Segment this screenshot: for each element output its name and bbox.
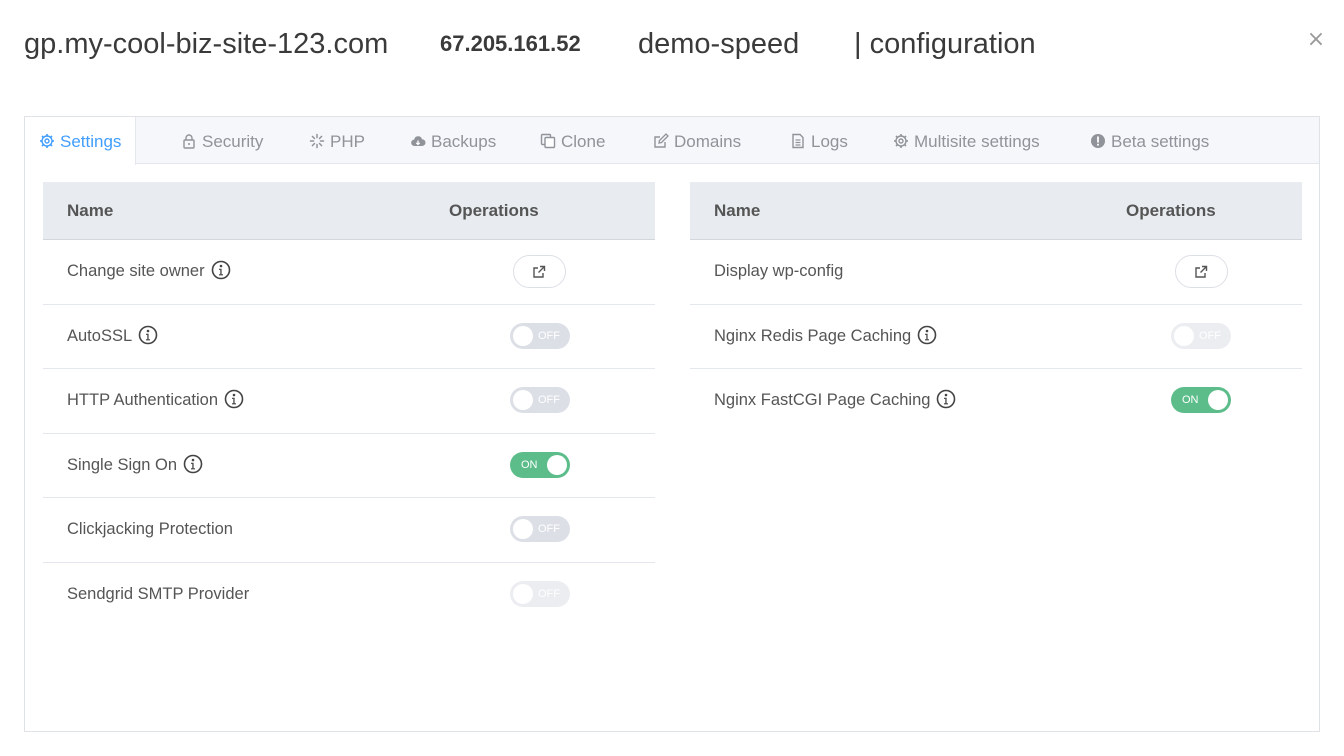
- toggle-state: OFF: [538, 587, 560, 600]
- tab-label: Beta settings: [1111, 132, 1210, 151]
- change-site-owner-button[interactable]: [513, 255, 566, 288]
- row-label: Nginx FastCGI Page Caching: [714, 391, 931, 409]
- row-name: Change site owner: [67, 240, 231, 302]
- row-name: AutoSSL: [67, 305, 158, 367]
- external-link-icon: [533, 265, 546, 278]
- edit-icon: [654, 133, 669, 148]
- table-row-clickjacking-protection: Clickjacking Protection OFF: [43, 498, 655, 563]
- info-icon[interactable]: [138, 325, 158, 345]
- row-name: Clickjacking Protection: [67, 520, 233, 538]
- toggle-knob: [513, 583, 533, 604]
- alert-circle-icon: [1091, 134, 1105, 148]
- config-panel: Settings Security PHP Backups Clone Doma…: [24, 116, 1320, 732]
- table-row-nginx-redis-page-caching: Nginx Redis Page Caching OFF: [690, 305, 1302, 369]
- external-link-icon: [1195, 265, 1208, 278]
- tab-label: Security: [202, 132, 264, 151]
- tab-security[interactable]: Security: [167, 117, 277, 164]
- row-label: Nginx Redis Page Caching: [714, 326, 912, 345]
- tab-label: Domains: [674, 132, 742, 151]
- tab-label: Clone: [561, 132, 606, 151]
- row-name: Nginx Redis Page Caching: [714, 305, 937, 367]
- toggle-knob: [1174, 325, 1194, 346]
- table-row-single-sign-on: Single Sign On ON: [43, 434, 655, 498]
- toggle-state: ON: [521, 458, 538, 471]
- row-name: Sendgrid SMTP Provider: [67, 584, 250, 603]
- single-sign-on-toggle[interactable]: ON: [510, 451, 570, 478]
- tab-label: Multisite settings: [914, 132, 1040, 151]
- tab-label: Backups: [431, 132, 497, 151]
- toggle-knob: [513, 390, 533, 410]
- row-name: Display wp-config: [714, 262, 844, 280]
- lock-icon: [183, 134, 195, 149]
- col-name-header: Name: [714, 201, 761, 220]
- cloud-icon: [411, 136, 426, 147]
- table-header: Name Operations: [43, 182, 655, 240]
- info-icon[interactable]: [183, 454, 203, 474]
- tab-settings[interactable]: Settings: [25, 117, 137, 165]
- tab-beta-settings[interactable]: Beta settings: [1076, 117, 1223, 164]
- document-icon: [792, 133, 804, 149]
- toggle-knob: [513, 325, 533, 346]
- toggle-knob: [513, 519, 533, 539]
- display-wp-config-button[interactable]: [1175, 255, 1228, 288]
- right-settings-table: Name Operations Display wp-config Nginx …: [690, 182, 1302, 434]
- tab-bar: Settings Security PHP Backups Clone Doma…: [25, 117, 1319, 165]
- table-row-sendgrid-smtp-provider: Sendgrid SMTP Provider OFF: [43, 563, 655, 628]
- spinner-icon: [309, 133, 325, 149]
- tab-backups[interactable]: Backups: [396, 117, 510, 164]
- toggle-state: ON: [1182, 394, 1199, 406]
- row-label: Single Sign On: [67, 455, 178, 474]
- tab-label: Logs: [811, 132, 848, 151]
- table-header: Name Operations: [690, 182, 1302, 240]
- info-icon[interactable]: [211, 260, 231, 280]
- toggle-state: OFF: [538, 329, 560, 342]
- sendgrid-smtp-provider-toggle[interactable]: OFF: [510, 580, 570, 607]
- tab-php[interactable]: PHP: [295, 117, 379, 164]
- toggle-state: OFF: [1199, 329, 1221, 342]
- gear-icon: [40, 134, 54, 148]
- toggle-knob: [547, 454, 567, 475]
- tab-domains[interactable]: Domains: [639, 117, 755, 164]
- site-domain: gp.my-cool-biz-site-123.com: [24, 28, 389, 60]
- row-name: HTTP Authentication: [67, 369, 244, 431]
- gear-icon: [894, 134, 908, 148]
- row-name: Single Sign On: [67, 434, 203, 496]
- section-title: | configuration: [854, 28, 1036, 60]
- row-label: HTTP Authentication: [67, 391, 219, 409]
- table-row-display-wp-config: Display wp-config: [690, 240, 1302, 305]
- modal-header: gp.my-cool-biz-site-123.com 67.205.161.5…: [24, 26, 1284, 62]
- autossl-toggle[interactable]: OFF: [510, 322, 570, 349]
- row-name: Nginx FastCGI Page Caching: [714, 369, 956, 431]
- site-name: demo-speed: [638, 28, 800, 60]
- nginx-fastcgi-page-caching-toggle[interactable]: ON: [1171, 387, 1231, 413]
- toggle-knob: [1208, 390, 1228, 410]
- tab-label: PHP: [330, 132, 365, 151]
- info-icon[interactable]: [224, 389, 244, 409]
- table-row-http-authentication: HTTP Authentication OFF: [43, 369, 655, 434]
- table-row-nginx-fastcgi-page-caching: Nginx FastCGI Page Caching ON: [690, 369, 1302, 434]
- tab-label: Settings: [60, 132, 122, 151]
- http-authentication-toggle[interactable]: OFF: [510, 387, 570, 413]
- toggle-state: OFF: [538, 394, 560, 406]
- nginx-redis-page-caching-toggle[interactable]: OFF: [1171, 322, 1231, 349]
- col-operations-header: Operations: [449, 201, 539, 220]
- info-icon[interactable]: [936, 389, 956, 409]
- col-operations-header: Operations: [1126, 201, 1216, 220]
- site-ip: 67.205.161.52: [440, 31, 581, 56]
- table-row-autossl: AutoSSL OFF: [43, 305, 655, 369]
- left-settings-table: Name Operations Change site owner AutoSS…: [43, 182, 655, 627]
- tab-multisite-settings[interactable]: Multisite settings: [879, 117, 1054, 164]
- tab-logs[interactable]: Logs: [776, 117, 862, 164]
- row-label: AutoSSL: [67, 326, 133, 345]
- info-icon[interactable]: [917, 325, 937, 345]
- row-label: Change site owner: [67, 262, 205, 280]
- close-button[interactable]: ×: [1304, 28, 1328, 52]
- clickjacking-protection-toggle[interactable]: OFF: [510, 516, 570, 542]
- col-name-header: Name: [67, 201, 114, 220]
- copy-icon: [540, 133, 556, 149]
- tab-clone[interactable]: Clone: [526, 117, 619, 164]
- table-row-change-site-owner: Change site owner: [43, 240, 655, 305]
- toggle-state: OFF: [538, 523, 560, 535]
